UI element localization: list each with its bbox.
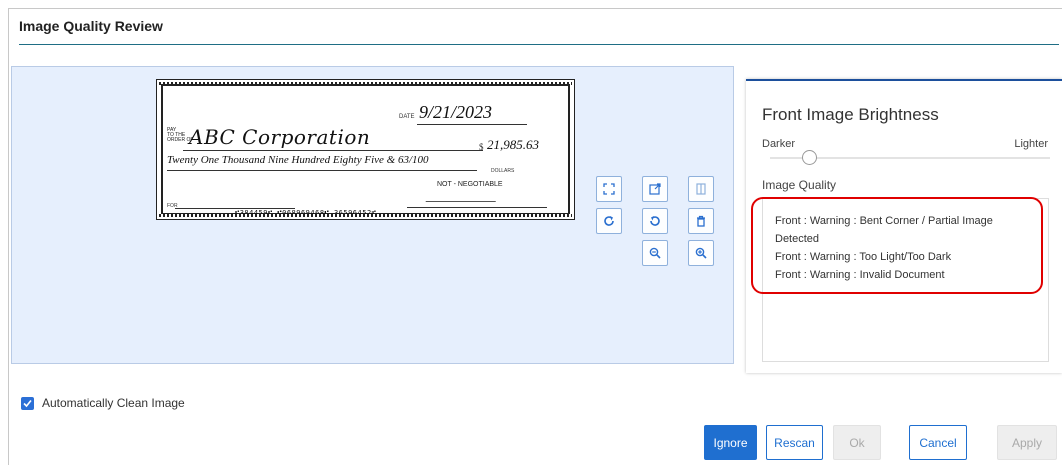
delete-button[interactable] xyxy=(688,208,714,234)
brightness-title: Front Image Brightness xyxy=(762,105,939,124)
fit-button[interactable] xyxy=(596,176,622,202)
image-quality-messages: Front : Warning : Bent Corner / Partial … xyxy=(762,198,1049,362)
cancel-button[interactable]: Cancel xyxy=(909,425,967,460)
split-view-icon xyxy=(696,183,706,195)
fit-icon xyxy=(603,183,615,195)
rescan-button[interactable]: Rescan xyxy=(766,425,823,460)
check-non-negotiable: NOT - NEGOTIABLE xyxy=(437,181,503,188)
lighter-label: Lighter xyxy=(1014,138,1048,150)
auto-clean-label: Automatically Clean Image xyxy=(42,396,185,410)
check-amount-sign: $ xyxy=(479,142,484,152)
darker-label: Darker xyxy=(762,138,796,150)
zoom-in-icon xyxy=(695,247,707,259)
ok-button[interactable]: Ok xyxy=(833,425,881,460)
check-date: 9/21/2023 xyxy=(419,102,493,122)
rotate-right-button[interactable] xyxy=(596,208,622,234)
undo-icon xyxy=(650,216,660,226)
check-payee-line xyxy=(183,150,483,151)
split-view-button[interactable] xyxy=(688,176,714,202)
rotate-right-icon xyxy=(604,216,614,226)
check-date-line xyxy=(417,124,527,125)
delete-icon xyxy=(697,215,705,227)
check-image: PAY TO THE ORDER OF ABC Corporation DATE… xyxy=(156,79,575,220)
title-divider xyxy=(19,44,1059,45)
quality-message: Front : Warning : Bent Corner / Partial … xyxy=(775,215,993,245)
apply-button[interactable]: Apply xyxy=(997,425,1057,460)
open-external-button[interactable] xyxy=(642,176,668,202)
page-title: Image Quality Review xyxy=(19,18,163,34)
open-external-icon xyxy=(649,183,661,195)
checkmark-icon xyxy=(23,399,32,407)
brightness-panel: Front Image Brightness Darker Lighter Im… xyxy=(746,79,1062,373)
auto-clean-checkbox[interactable] xyxy=(21,396,34,410)
undo-button[interactable] xyxy=(642,208,668,234)
check-dollars-label: DOLLARS xyxy=(491,168,515,174)
check-amount: 21,985.63 xyxy=(487,137,539,152)
brightness-slider-thumb[interactable] xyxy=(801,150,817,165)
check-perforation-bottom xyxy=(159,214,572,217)
quality-message: Front : Warning : Invalid Document xyxy=(775,269,945,281)
check-signature-line xyxy=(407,207,547,208)
quality-message: Front : Warning : Too Light/Too Dark xyxy=(775,251,952,263)
zoom-out-button[interactable] xyxy=(642,240,668,266)
image-quality-label: Image Quality xyxy=(762,178,837,192)
check-date-label: DATE xyxy=(399,114,415,120)
check-payee: ABC Corporation xyxy=(189,125,371,149)
check-signature xyxy=(425,194,499,202)
zoom-out-icon xyxy=(649,247,661,259)
zoom-in-button[interactable] xyxy=(688,240,714,266)
check-amount-words: Twenty One Thousand Nine Hundred Eighty … xyxy=(167,154,429,166)
auto-clean-option[interactable]: Automatically Clean Image xyxy=(21,396,185,410)
check-words-line xyxy=(167,170,477,171)
ignore-button[interactable]: Ignore xyxy=(704,425,757,460)
